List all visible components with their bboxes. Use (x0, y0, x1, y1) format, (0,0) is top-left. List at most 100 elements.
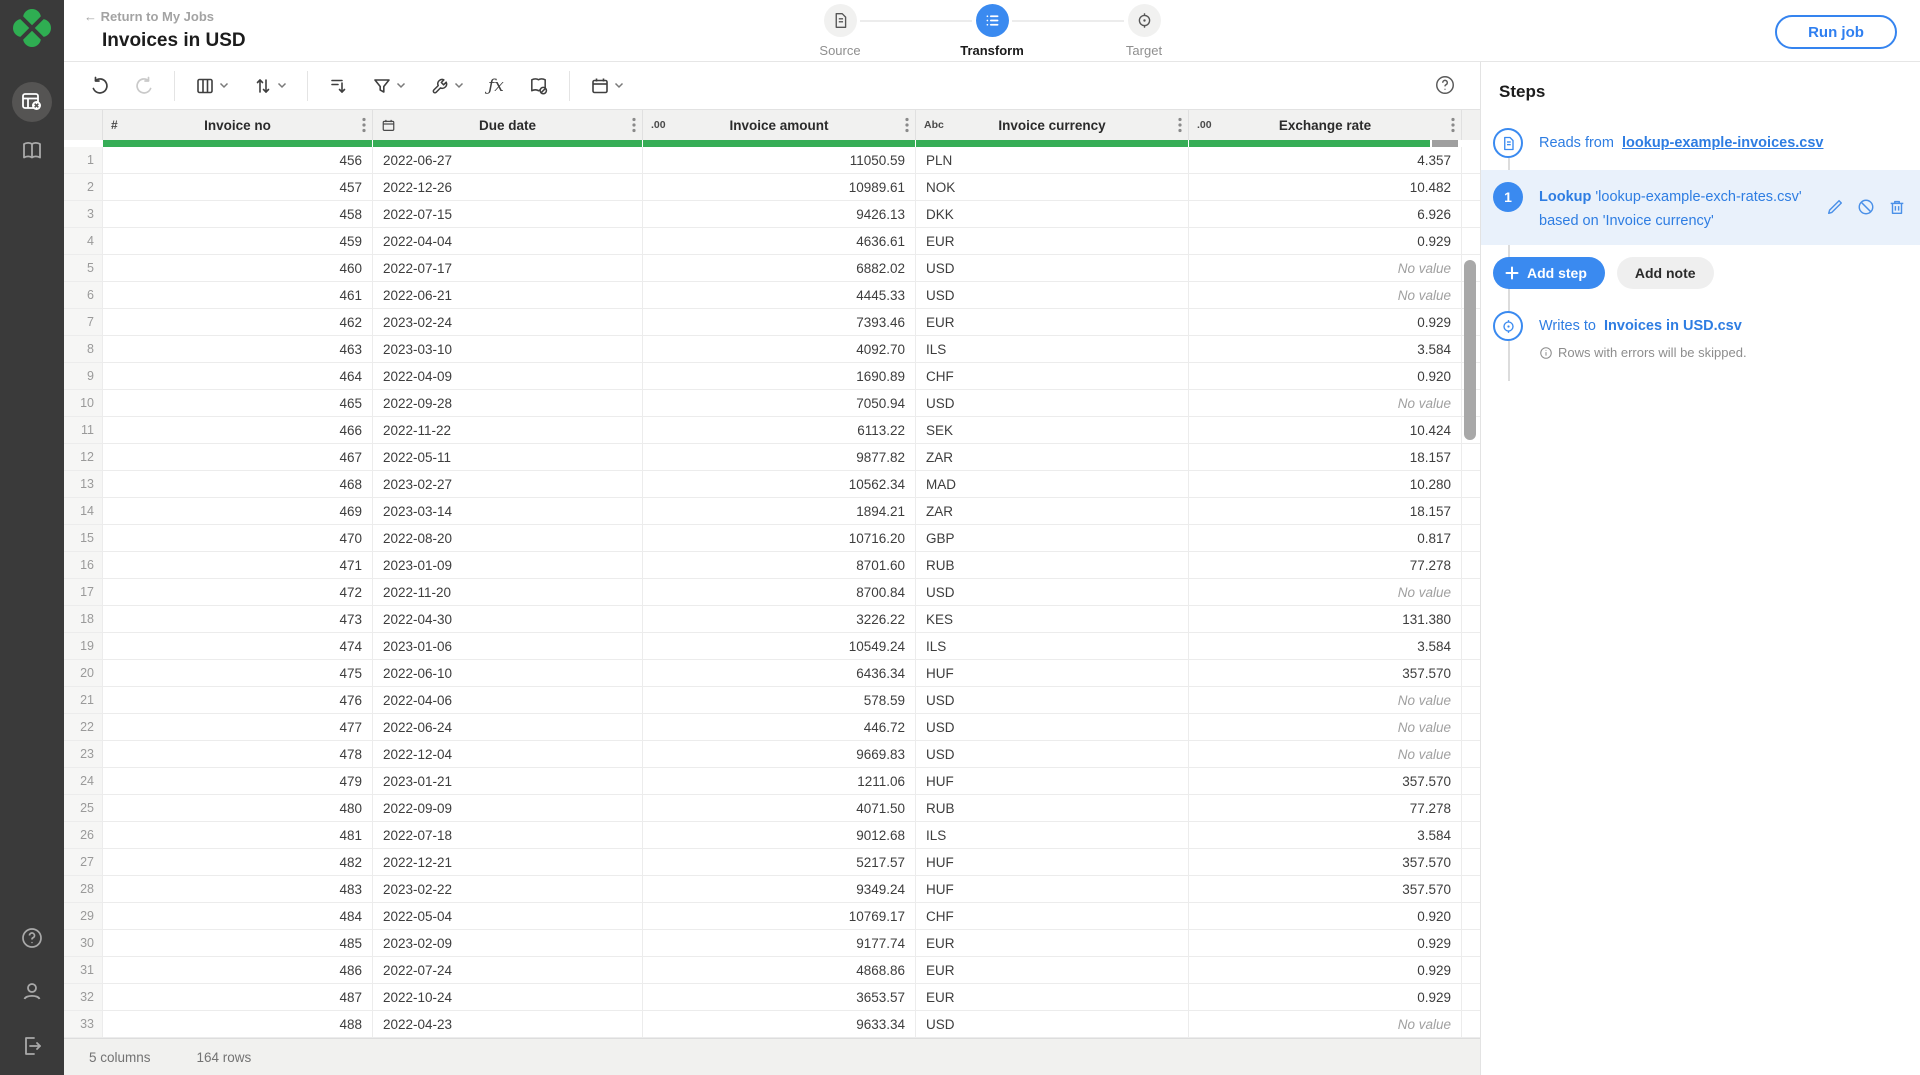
read-file-link[interactable]: lookup-example-invoices.csv (1622, 135, 1823, 151)
cell-invoice-amount[interactable]: 3653.57 (643, 984, 916, 1010)
sidebar-item-library[interactable] (19, 138, 45, 164)
table-row[interactable]: 74622023-02-247393.46EUR0.929 (64, 309, 1480, 336)
table-row[interactable]: 224772022-06-24446.72USDNo value (64, 714, 1480, 741)
cell-exchange-rate[interactable]: No value (1189, 282, 1462, 308)
sort-button[interactable] (241, 70, 299, 102)
cell-invoice-currency[interactable]: GBP (916, 525, 1189, 551)
cell-exchange-rate[interactable]: No value (1189, 687, 1462, 713)
columns-button[interactable] (183, 70, 241, 102)
tools-button[interactable] (418, 70, 476, 102)
table-row[interactable]: 204752022-06-106436.34HUF357.570 (64, 660, 1480, 687)
cell-exchange-rate[interactable]: 10.424 (1189, 417, 1462, 443)
cell-invoice-no[interactable]: 483 (103, 876, 373, 902)
cell-invoice-no[interactable]: 471 (103, 552, 373, 578)
lookup-button[interactable] (516, 70, 561, 102)
cell-invoice-currency[interactable]: KES (916, 606, 1189, 632)
vertical-scrollbar[interactable] (1464, 260, 1476, 440)
cell-invoice-currency[interactable]: USD (916, 255, 1189, 281)
cell-exchange-rate[interactable]: 131.380 (1189, 606, 1462, 632)
cell-invoice-currency[interactable]: EUR (916, 930, 1189, 956)
cell-invoice-amount[interactable]: 1211.06 (643, 768, 916, 794)
cell-invoice-currency[interactable]: USD (916, 390, 1189, 416)
cell-invoice-amount[interactable]: 4868.86 (643, 957, 916, 983)
cell-invoice-amount[interactable]: 10716.20 (643, 525, 916, 551)
cell-invoice-amount[interactable]: 10769.17 (643, 903, 916, 929)
cell-invoice-no[interactable]: 456 (103, 147, 373, 173)
column-menu-icon[interactable] (1451, 117, 1455, 133)
rows-button[interactable] (316, 70, 360, 102)
disable-step-icon[interactable] (1857, 198, 1875, 216)
cell-invoice-no[interactable]: 467 (103, 444, 373, 470)
cell-invoice-amount[interactable]: 10549.24 (643, 633, 916, 659)
cell-invoice-no[interactable]: 474 (103, 633, 373, 659)
cell-invoice-no[interactable]: 465 (103, 390, 373, 416)
cell-due-date[interactable]: 2022-04-09 (373, 363, 643, 389)
cell-invoice-no[interactable]: 481 (103, 822, 373, 848)
run-job-button[interactable]: Run job (1775, 15, 1897, 49)
cell-invoice-amount[interactable]: 8701.60 (643, 552, 916, 578)
cell-invoice-no[interactable]: 472 (103, 579, 373, 605)
cell-exchange-rate[interactable]: No value (1189, 1011, 1462, 1037)
cell-invoice-amount[interactable]: 10562.34 (643, 471, 916, 497)
cell-exchange-rate[interactable]: No value (1189, 390, 1462, 416)
cell-due-date[interactable]: 2022-12-04 (373, 741, 643, 767)
cell-invoice-no[interactable]: 466 (103, 417, 373, 443)
cell-invoice-amount[interactable]: 446.72 (643, 714, 916, 740)
table-row[interactable]: 14562022-06-2711050.59PLN4.357 (64, 147, 1480, 174)
table-row[interactable]: 114662022-11-226113.22SEK10.424 (64, 417, 1480, 444)
cell-invoice-amount[interactable]: 9177.74 (643, 930, 916, 956)
cell-invoice-amount[interactable]: 6113.22 (643, 417, 916, 443)
cell-exchange-rate[interactable]: 10.482 (1189, 174, 1462, 200)
column-header-invoice-no[interactable]: #Invoice no (103, 110, 373, 140)
cell-exchange-rate[interactable]: 0.920 (1189, 903, 1462, 929)
write-step[interactable]: Writes to Invoices in USD.csv (1481, 299, 1920, 343)
cell-invoice-no[interactable]: 479 (103, 768, 373, 794)
cell-invoice-no[interactable]: 462 (103, 309, 373, 335)
table-row[interactable]: 244792023-01-211211.06HUF357.570 (64, 768, 1480, 795)
cell-invoice-amount[interactable]: 7050.94 (643, 390, 916, 416)
cell-invoice-amount[interactable]: 3226.22 (643, 606, 916, 632)
column-header-exchange-rate[interactable]: .00Exchange rate (1189, 110, 1462, 140)
table-row[interactable]: 44592022-04-044636.61EUR0.929 (64, 228, 1480, 255)
cell-invoice-currency[interactable]: ILS (916, 633, 1189, 659)
cell-due-date[interactable]: 2022-07-17 (373, 255, 643, 281)
cell-invoice-amount[interactable]: 9426.13 (643, 201, 916, 227)
sidebar-item-transform-active[interactable] (12, 82, 52, 122)
cell-due-date[interactable]: 2022-05-11 (373, 444, 643, 470)
cell-exchange-rate[interactable]: 4.357 (1189, 147, 1462, 173)
cell-invoice-no[interactable]: 478 (103, 741, 373, 767)
cell-invoice-currency[interactable]: ZAR (916, 498, 1189, 524)
cell-invoice-currency[interactable]: HUF (916, 660, 1189, 686)
cell-invoice-currency[interactable]: USD (916, 1011, 1189, 1037)
cell-invoice-no[interactable]: 461 (103, 282, 373, 308)
cell-exchange-rate[interactable]: 18.157 (1189, 498, 1462, 524)
cell-invoice-amount[interactable]: 4445.33 (643, 282, 916, 308)
cell-due-date[interactable]: 2022-05-04 (373, 903, 643, 929)
table-row[interactable]: 124672022-05-119877.82ZAR18.157 (64, 444, 1480, 471)
cell-invoice-amount[interactable]: 5217.57 (643, 849, 916, 875)
delete-step-icon[interactable] (1888, 198, 1906, 216)
cell-invoice-currency[interactable]: RUB (916, 552, 1189, 578)
cell-due-date[interactable]: 2022-11-20 (373, 579, 643, 605)
cell-invoice-amount[interactable]: 10989.61 (643, 174, 916, 200)
table-row[interactable]: 304852023-02-099177.74EUR0.929 (64, 930, 1480, 957)
cell-invoice-currency[interactable]: DKK (916, 201, 1189, 227)
column-menu-icon[interactable] (905, 117, 909, 133)
cell-exchange-rate[interactable]: No value (1189, 255, 1462, 281)
cell-invoice-no[interactable]: 459 (103, 228, 373, 254)
cell-due-date[interactable]: 2022-11-22 (373, 417, 643, 443)
cell-invoice-amount[interactable]: 9633.34 (643, 1011, 916, 1037)
column-menu-icon[interactable] (362, 117, 366, 133)
cell-invoice-amount[interactable]: 4092.70 (643, 336, 916, 362)
cell-invoice-no[interactable]: 468 (103, 471, 373, 497)
cell-due-date[interactable]: 2023-01-06 (373, 633, 643, 659)
table-row[interactable]: 174722022-11-208700.84USDNo value (64, 579, 1480, 606)
table-row[interactable]: 184732022-04-303226.22KES131.380 (64, 606, 1480, 633)
cell-invoice-no[interactable]: 470 (103, 525, 373, 551)
edit-step-icon[interactable] (1826, 198, 1844, 216)
account-icon[interactable] (19, 979, 45, 1005)
cell-exchange-rate[interactable]: 77.278 (1189, 552, 1462, 578)
redo-button[interactable] (122, 70, 166, 102)
cell-exchange-rate[interactable]: 3.584 (1189, 336, 1462, 362)
cell-invoice-no[interactable]: 488 (103, 1011, 373, 1037)
